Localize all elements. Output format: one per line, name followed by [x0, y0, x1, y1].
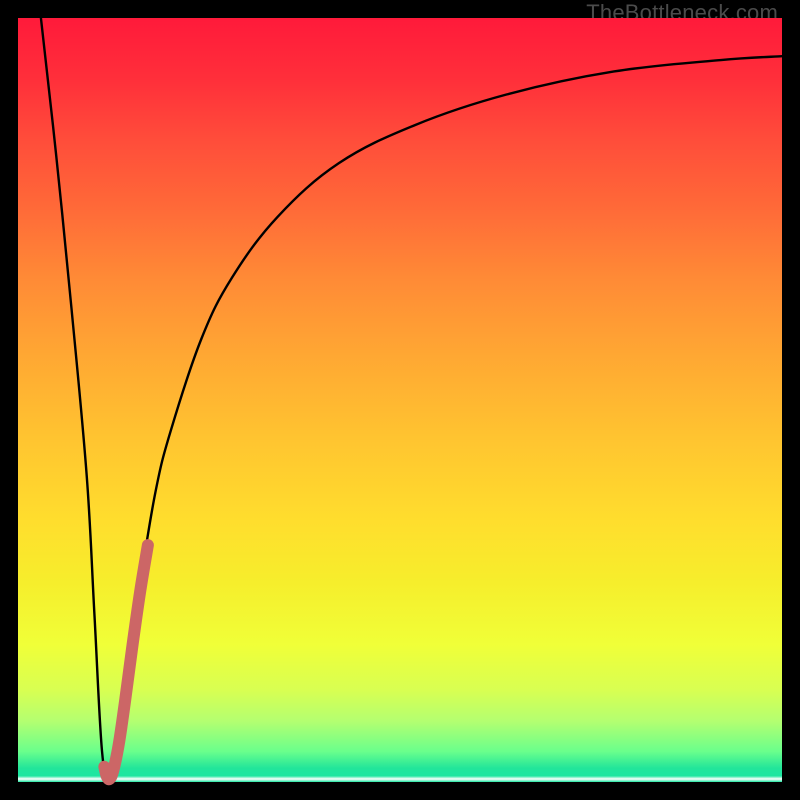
- chart-frame: TheBottleneck.com: [0, 0, 800, 800]
- bottleneck-curve: [41, 18, 782, 782]
- curve-svg: [18, 18, 782, 782]
- plot-area: [18, 18, 782, 782]
- highlight-segment: [104, 545, 148, 779]
